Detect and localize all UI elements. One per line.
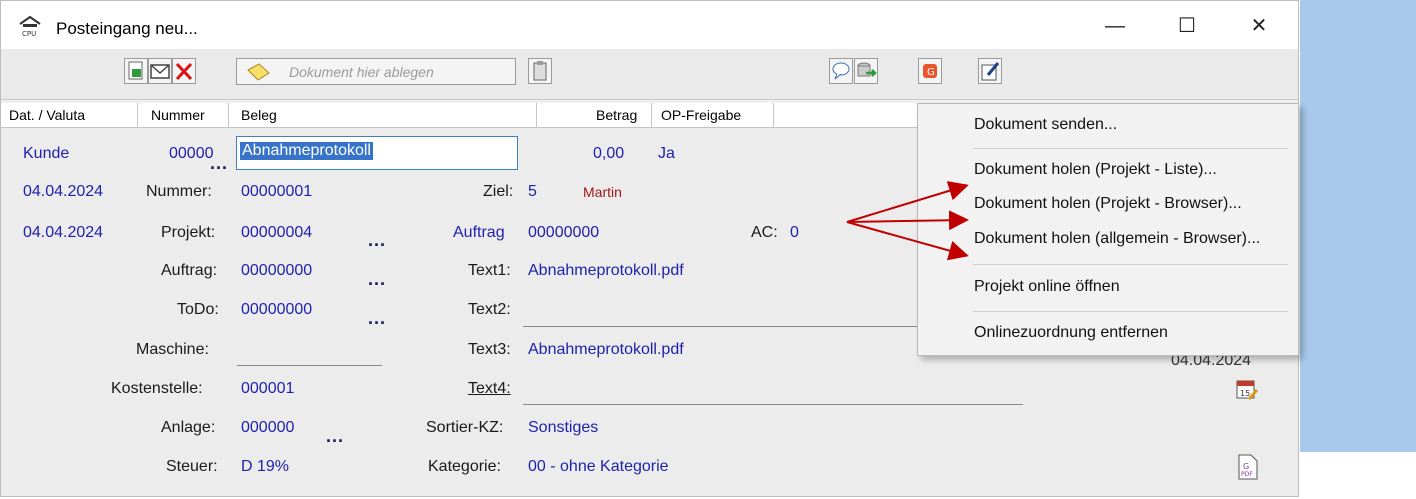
- arrow-to-projekt-browser: [846, 210, 969, 231]
- arrow-to-projekt-liste: [846, 181, 969, 223]
- arrow-to-allgemein-browser: [846, 221, 969, 261]
- annotation-arrows: [846, 181, 969, 261]
- annotation-arrow-group: [846, 181, 969, 261]
